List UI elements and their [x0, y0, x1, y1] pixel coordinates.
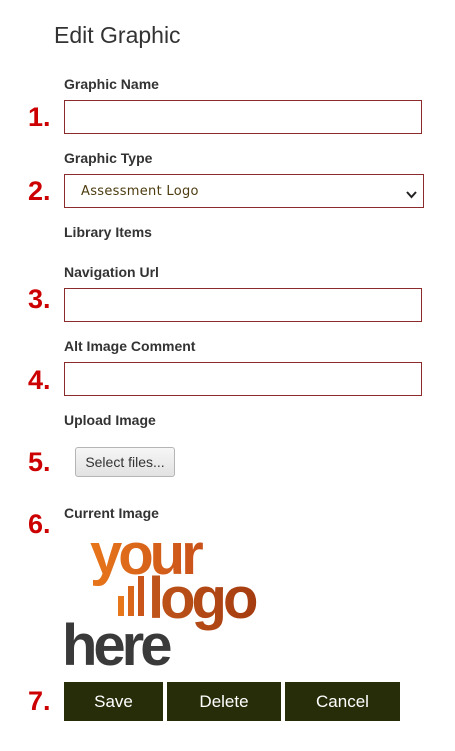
cancel-button[interactable]: Cancel: [285, 682, 400, 721]
current-image-logo: your logo here: [62, 524, 261, 670]
logo-text-here: here: [62, 613, 171, 670]
page-title: Edit Graphic: [54, 22, 181, 48]
graphic-name-label: Graphic Name: [64, 76, 159, 92]
graphic-type-selected-value: Assessment Logo: [81, 184, 199, 199]
select-files-button[interactable]: Select files...: [75, 447, 175, 477]
save-button[interactable]: Save: [64, 682, 163, 721]
library-items-label: Library Items: [64, 224, 152, 240]
step-number-3: 3.: [28, 284, 51, 314]
delete-button[interactable]: Delete: [167, 682, 281, 721]
alt-image-comment-input[interactable]: [64, 362, 422, 396]
step-number-1: 1.: [28, 102, 51, 132]
graphic-name-input[interactable]: [64, 100, 422, 134]
navigation-url-label: Navigation Url: [64, 264, 159, 280]
step-number-2: 2.: [28, 176, 51, 206]
step-number-4: 4.: [28, 365, 51, 395]
navigation-url-input[interactable]: [64, 288, 422, 322]
graphic-type-select[interactable]: Assessment Logo: [64, 174, 424, 208]
step-number-5: 5.: [28, 447, 51, 477]
upload-image-label: Upload Image: [64, 412, 156, 428]
alt-image-comment-label: Alt Image Comment: [64, 338, 196, 354]
chevron-down-icon: [406, 186, 417, 204]
step-number-6: 6.: [28, 509, 51, 539]
graphic-type-label: Graphic Type: [64, 150, 153, 166]
step-number-7: 7.: [28, 686, 51, 716]
current-image-label: Current Image: [64, 505, 159, 521]
